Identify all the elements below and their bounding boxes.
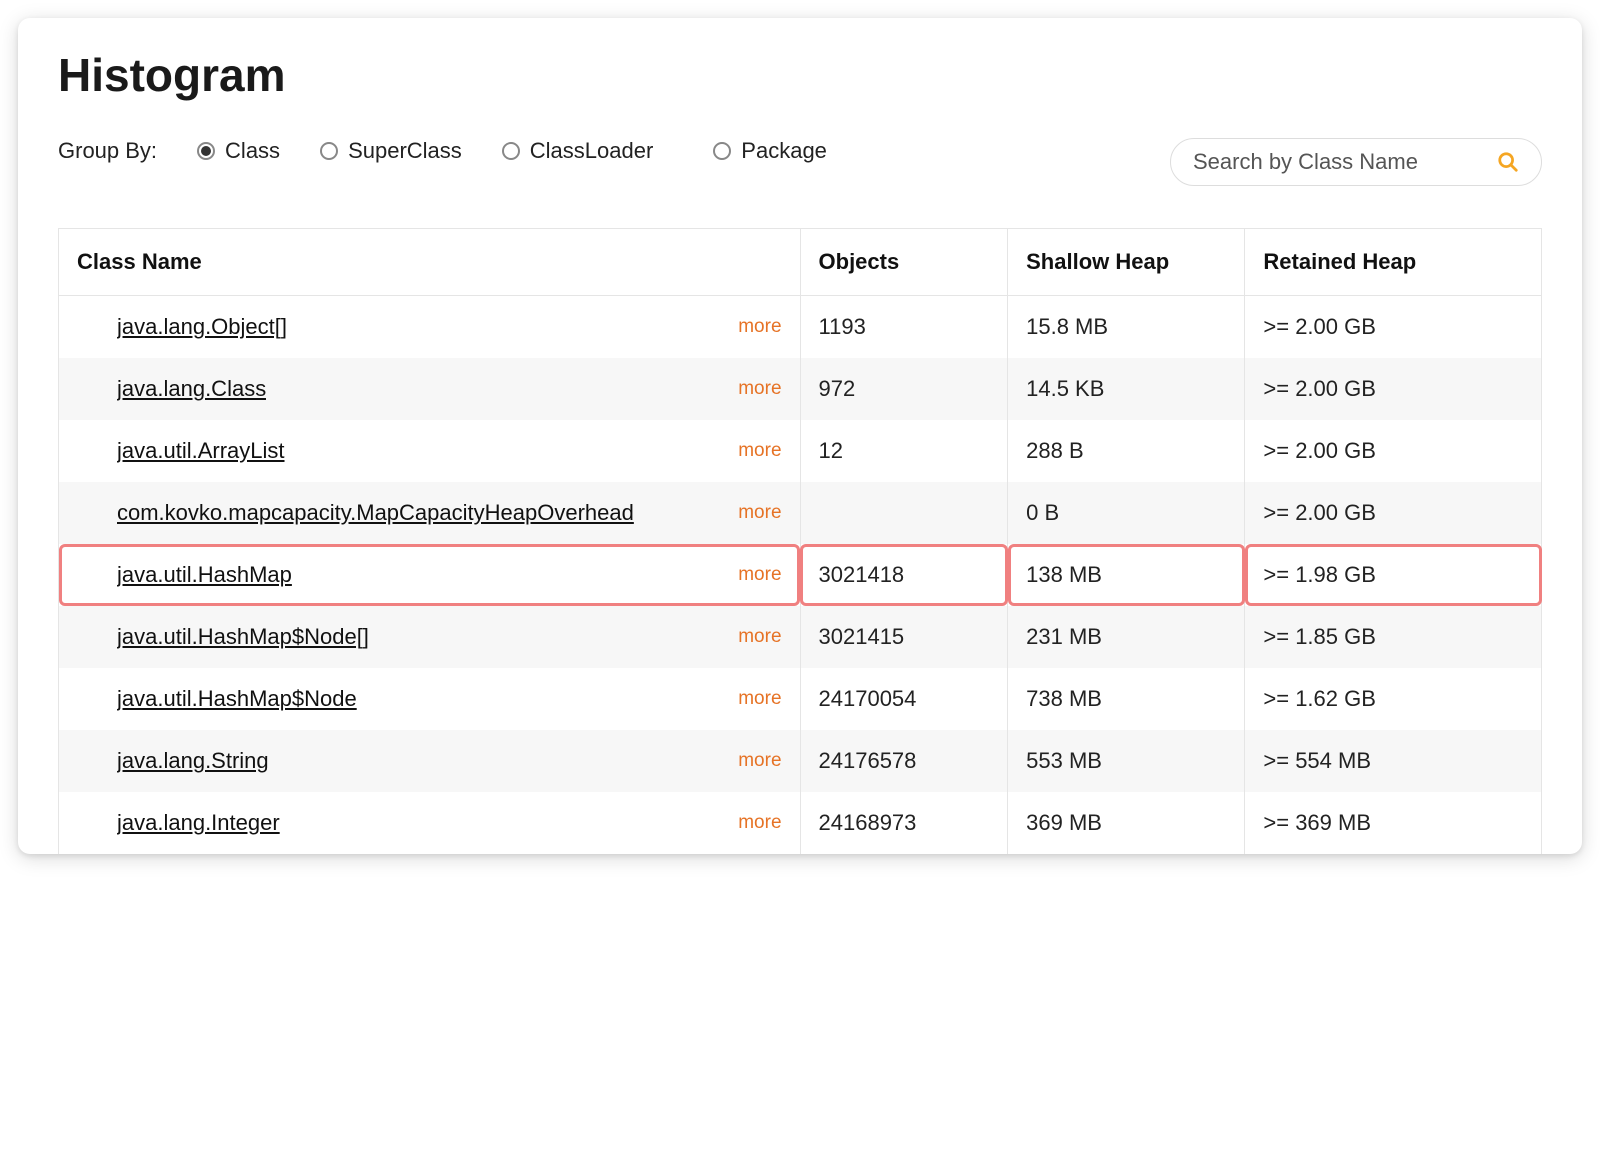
table-row: java.util.HashMap more 3021418138 MB>= 1.9… — [59, 544, 1542, 606]
cell-retained-heap: >= 1.85 GB — [1245, 606, 1542, 668]
more-link[interactable]: more — [738, 502, 781, 524]
cell-shallow-heap: 15.8 MB — [1008, 296, 1245, 359]
more-link[interactable]: more — [738, 564, 781, 586]
cell-objects: 24170054 — [800, 668, 1008, 730]
cell-shallow-heap: 369 MB — [1008, 792, 1245, 854]
table-row: java.lang.Object[] more 119315.8 MB>= 2.00… — [59, 296, 1542, 359]
search-box[interactable] — [1170, 138, 1542, 186]
cell-shallow-heap: 553 MB — [1008, 730, 1245, 792]
more-link[interactable]: more — [738, 750, 781, 772]
class-link[interactable]: com.kovko.mapcapacity.MapCapacityHeapOve… — [117, 500, 634, 526]
cell-shallow-heap: 0 B — [1008, 482, 1245, 544]
radio-label: Package — [741, 138, 827, 164]
controls-row: Group By: Class SuperClass ClassLoader P… — [58, 138, 1542, 186]
cell-class-name: java.lang.Integer more — [59, 792, 801, 854]
radio-label: SuperClass — [348, 138, 462, 164]
cell-retained-heap: >= 1.98 GB — [1245, 544, 1542, 606]
table-row: java.lang.Integer more 24168973369 MB>= 36… — [59, 792, 1542, 854]
cell-retained-heap: >= 554 MB — [1245, 730, 1542, 792]
cell-class-name: java.lang.Object[] more — [59, 296, 801, 359]
radio-superclass[interactable]: SuperClass — [320, 138, 462, 164]
search-input[interactable] — [1193, 149, 1481, 175]
more-link[interactable]: more — [738, 688, 781, 710]
col-retained-heap[interactable]: Retained Heap — [1245, 229, 1542, 296]
class-link[interactable]: java.lang.Class — [117, 376, 266, 402]
cell-class-name: com.kovko.mapcapacity.MapCapacityHeapOve… — [59, 482, 801, 544]
cell-retained-heap: >= 2.00 GB — [1245, 420, 1542, 482]
search-icon — [1497, 151, 1519, 173]
cell-objects: 12 — [800, 420, 1008, 482]
more-link[interactable]: more — [738, 378, 781, 400]
radio-icon — [320, 142, 338, 160]
class-link[interactable]: java.util.HashMap — [117, 562, 292, 588]
class-link[interactable]: java.util.ArrayList — [117, 438, 285, 464]
class-link[interactable]: java.lang.String — [117, 748, 269, 774]
class-link[interactable]: java.util.HashMap$Node — [117, 686, 357, 712]
cell-retained-heap: >= 1.62 GB — [1245, 668, 1542, 730]
col-shallow-heap[interactable]: Shallow Heap — [1008, 229, 1245, 296]
class-link[interactable]: java.lang.Integer — [117, 810, 280, 836]
cell-objects: 24176578 — [800, 730, 1008, 792]
histogram-table: Class Name Objects Shallow Heap Retained… — [58, 228, 1542, 854]
more-link[interactable]: more — [738, 812, 781, 834]
radio-class[interactable]: Class — [197, 138, 280, 164]
radio-classloader[interactable]: ClassLoader — [502, 138, 654, 164]
cell-class-name: java.util.HashMap$Node more — [59, 668, 801, 730]
cell-shallow-heap: 138 MB — [1008, 544, 1245, 606]
cell-shallow-heap: 14.5 KB — [1008, 358, 1245, 420]
cell-shallow-heap: 288 B — [1008, 420, 1245, 482]
cell-objects: 3021415 — [800, 606, 1008, 668]
cell-objects: 972 — [800, 358, 1008, 420]
table-row: com.kovko.mapcapacity.MapCapacityHeapOve… — [59, 482, 1542, 544]
more-link[interactable]: more — [738, 626, 781, 648]
table-row: java.util.HashMap$Node more 24170054738 MB… — [59, 668, 1542, 730]
radio-icon — [197, 142, 215, 160]
class-link[interactable]: java.util.HashMap$Node[] — [117, 624, 369, 650]
cell-class-name: java.lang.Class more — [59, 358, 801, 420]
more-link[interactable]: more — [738, 440, 781, 462]
radio-label: Class — [225, 138, 280, 164]
table-header-row: Class Name Objects Shallow Heap Retained… — [59, 229, 1542, 296]
cell-class-name: java.lang.String more — [59, 730, 801, 792]
cell-objects: 1193 — [800, 296, 1008, 359]
table-row: java.lang.String more 24176578553 MB>= 554… — [59, 730, 1542, 792]
table-row: java.util.ArrayList more 12288 B>= 2.00 GB — [59, 420, 1542, 482]
radio-icon — [713, 142, 731, 160]
histogram-card: Histogram Group By: Class SuperClass Cla… — [18, 18, 1582, 854]
radio-package[interactable]: Package — [713, 138, 827, 164]
col-objects[interactable]: Objects — [800, 229, 1008, 296]
cell-objects: 24168973 — [800, 792, 1008, 854]
radio-icon — [502, 142, 520, 160]
cell-shallow-heap: 738 MB — [1008, 668, 1245, 730]
cell-retained-heap: >= 2.00 GB — [1245, 296, 1542, 359]
cell-class-name: java.util.HashMap more — [59, 544, 801, 606]
cell-shallow-heap: 231 MB — [1008, 606, 1245, 668]
cell-retained-heap: >= 369 MB — [1245, 792, 1542, 854]
radio-label: ClassLoader — [530, 138, 654, 164]
cell-retained-heap: >= 2.00 GB — [1245, 482, 1542, 544]
group-by-label: Group By: — [58, 138, 157, 164]
table-row: java.util.HashMap$Node[] more 3021415231 M… — [59, 606, 1542, 668]
page-title: Histogram — [58, 48, 1542, 102]
cell-class-name: java.util.HashMap$Node[] more — [59, 606, 801, 668]
more-link[interactable]: more — [738, 316, 781, 338]
col-class-name[interactable]: Class Name — [59, 229, 801, 296]
table-row: java.lang.Class more 97214.5 KB>= 2.00 GB — [59, 358, 1542, 420]
cell-retained-heap: >= 2.00 GB — [1245, 358, 1542, 420]
cell-objects: 3021418 — [800, 544, 1008, 606]
cell-objects — [800, 482, 1008, 544]
cell-class-name: java.util.ArrayList more — [59, 420, 801, 482]
class-link[interactable]: java.lang.Object[] — [117, 314, 287, 340]
group-by-section: Group By: Class SuperClass ClassLoader P… — [58, 138, 827, 164]
